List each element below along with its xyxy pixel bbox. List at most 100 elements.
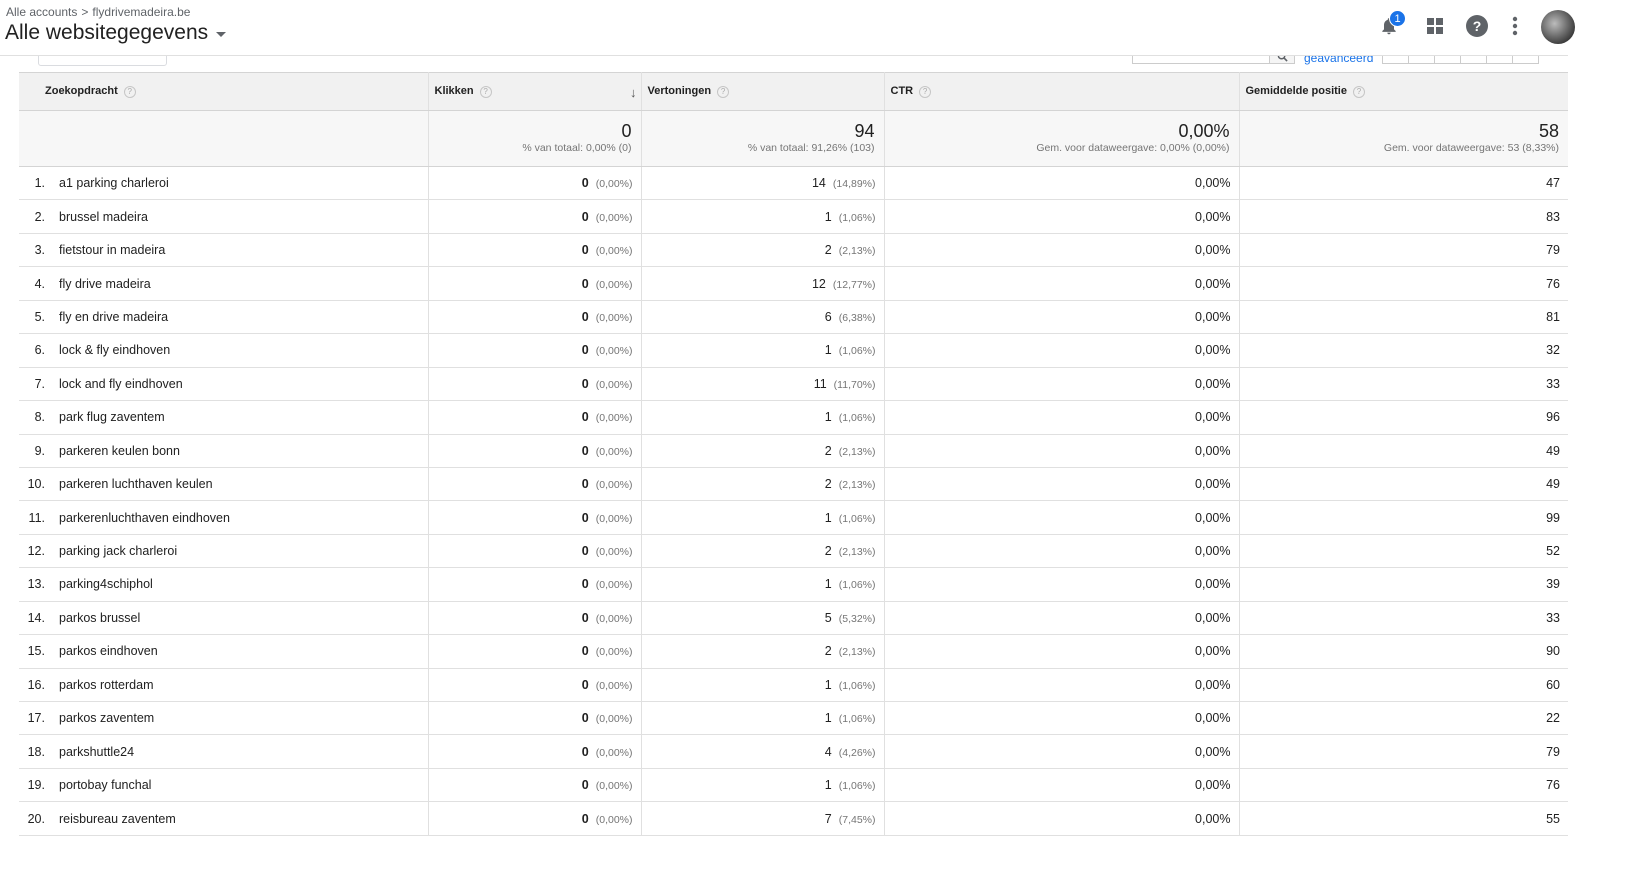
help-tooltip-icon[interactable]: ? [479,85,492,98]
help-tooltip-icon[interactable]: ? [1352,85,1365,98]
impressions-percent: (6,38%) [838,311,876,324]
query-link[interactable]: parkos zaventem [59,711,154,725]
impressions-cell: 1 (1,06%) [641,199,885,234]
query-cell: 1. a1 parking charleroi [19,166,429,201]
table-search-button[interactable] [1269,56,1295,64]
view-selector[interactable]: Alle websitegegevens [5,21,227,45]
table-row: 7. lock and fly eindhoven 0 (0,00%) 11 (11,70… [19,367,1568,402]
clicks-cell: 0 (0,00%) [428,266,642,301]
query-link[interactable]: parkos brussel [59,611,140,625]
view-pie-button[interactable] [1408,56,1435,64]
query-link[interactable]: lock and fly eindhoven [59,377,183,391]
view-pivot-button[interactable] [1512,56,1539,64]
help-button[interactable]: ? [1464,13,1490,39]
totals-ctr-cell: 0,00% Gem. voor dataweergave: 0,00% (0,0… [884,110,1240,167]
query-link[interactable]: parking4schiphol [59,577,153,591]
column-header-query[interactable]: Zoekopdracht? [19,72,429,111]
impressions-percent: (2,13%) [838,546,876,559]
clicks-value: 0 [581,677,589,692]
query-cell: 11. parkerenluchthaven eindhoven [19,500,429,535]
query-link[interactable]: parkerenluchthaven eindhoven [59,511,230,525]
impressions-value: 4 [824,744,832,759]
column-header-position[interactable]: Gemiddelde positie? [1239,72,1568,111]
impressions-value: 2 [824,544,832,559]
view-term-cloud-button[interactable] [1486,56,1513,64]
position-cell: 79 [1239,233,1568,268]
breadcrumb-property-link[interactable]: flydrivemadeira.be [92,5,190,19]
secondary-dimension-dropdown[interactable] [38,56,167,66]
query-link[interactable]: portobay funchal [59,778,151,792]
impressions-percent: (4,26%) [838,746,876,759]
impressions-percent: (2,13%) [838,479,876,492]
column-header-impressions[interactable]: Vertoningen? [641,72,885,111]
impressions-value: 1 [824,510,832,525]
more-options-button[interactable] [1502,13,1528,39]
impressions-value: 1 [824,343,832,358]
view-performance-button[interactable] [1434,56,1461,64]
ctr-cell: 0,00% [884,534,1240,569]
clicks-value: 0 [581,276,589,291]
apps-button[interactable] [1422,13,1448,39]
impressions-value: 1 [824,711,832,726]
view-comparison-button[interactable] [1460,56,1487,64]
table-search-input[interactable] [1132,56,1270,64]
query-link[interactable]: a1 parking charleroi [59,176,169,190]
query-link[interactable]: parkshuttle24 [59,745,134,759]
clicks-value: 0 [581,811,589,826]
impressions-percent: (1,06%) [838,412,876,425]
help-tooltip-icon[interactable]: ? [717,85,730,98]
ctr-cell: 0,00% [884,199,1240,234]
clicks-percent: (0,00%) [595,646,633,659]
table-row: 18. parkshuttle24 0 (0,00%) 4 (4,26%) 0,00% 79 [19,734,1568,769]
ctr-cell: 0,00% [884,300,1240,335]
view-table-button[interactable] [1382,56,1409,64]
breadcrumb-accounts-link[interactable]: Alle accounts [6,5,77,19]
clicks-percent: (0,00%) [595,579,633,592]
position-cell: 83 [1239,199,1568,234]
clicks-value: 0 [581,443,589,458]
row-index: 8. [34,410,45,425]
notifications-button[interactable]: 1 [1376,10,1406,39]
query-link[interactable]: fly en drive madeira [59,310,168,324]
impressions-percent: (1,06%) [838,345,876,358]
query-link[interactable]: park flug zaventem [59,410,165,424]
impressions-cell: 2 (2,13%) [641,634,885,669]
help-tooltip-icon[interactable]: ? [123,85,136,98]
advanced-filter-link[interactable]: geavanceerd [1304,56,1373,65]
clicks-percent: (0,00%) [595,445,633,458]
clicks-cell: 0 (0,00%) [428,601,642,636]
query-link[interactable]: brussel madeira [59,210,148,224]
svg-text:?: ? [1473,18,1482,34]
table-row: 2. brussel madeira 0 (0,00%) 1 (1,06%) 0,00% 83 [19,199,1568,234]
column-header-ctr[interactable]: CTR? [884,72,1240,111]
ctr-cell: 0,00% [884,668,1240,703]
table-view-switcher [1382,56,1539,64]
query-link[interactable]: parking jack charleroi [59,544,177,558]
query-link[interactable]: parkeren luchthaven keulen [59,477,213,491]
clicks-cell: 0 (0,00%) [428,701,642,736]
query-link[interactable]: parkos rotterdam [59,678,153,692]
query-cell: 9. parkeren keulen bonn [19,434,429,468]
query-cell: 3. fietstour in madeira [19,233,429,268]
position-cell: 55 [1239,801,1568,836]
row-index: 11. [28,510,45,525]
query-link[interactable]: fly drive madeira [59,277,151,291]
query-link[interactable]: parkos eindhoven [59,644,158,658]
row-index: 17. [27,711,45,726]
help-tooltip-icon[interactable]: ? [919,85,932,98]
totals-clicks-cell: 0 % van totaal: 0,00% (0) [428,110,642,167]
clicks-value: 0 [581,744,589,759]
clicks-value: 0 [581,644,589,659]
sort-down-arrow-icon: ↓ [630,85,637,100]
query-cell: 5. fly en drive madeira [19,300,429,335]
query-link[interactable]: parkeren keulen bonn [59,444,180,458]
avatar[interactable] [1541,10,1575,44]
clicks-cell: 0 (0,00%) [428,634,642,669]
query-link[interactable]: lock & fly eindhoven [59,343,170,357]
clicks-cell: 0 (0,00%) [428,367,642,402]
table-row: 11. parkerenluchthaven eindhoven 0 (0,00%) 1… [19,500,1568,535]
query-link[interactable]: fietstour in madeira [59,243,165,257]
query-link[interactable]: reisbureau zaventem [59,812,176,826]
column-header-clicks[interactable]: Klikken? ↓ [428,72,642,111]
row-index: 7. [34,376,45,391]
